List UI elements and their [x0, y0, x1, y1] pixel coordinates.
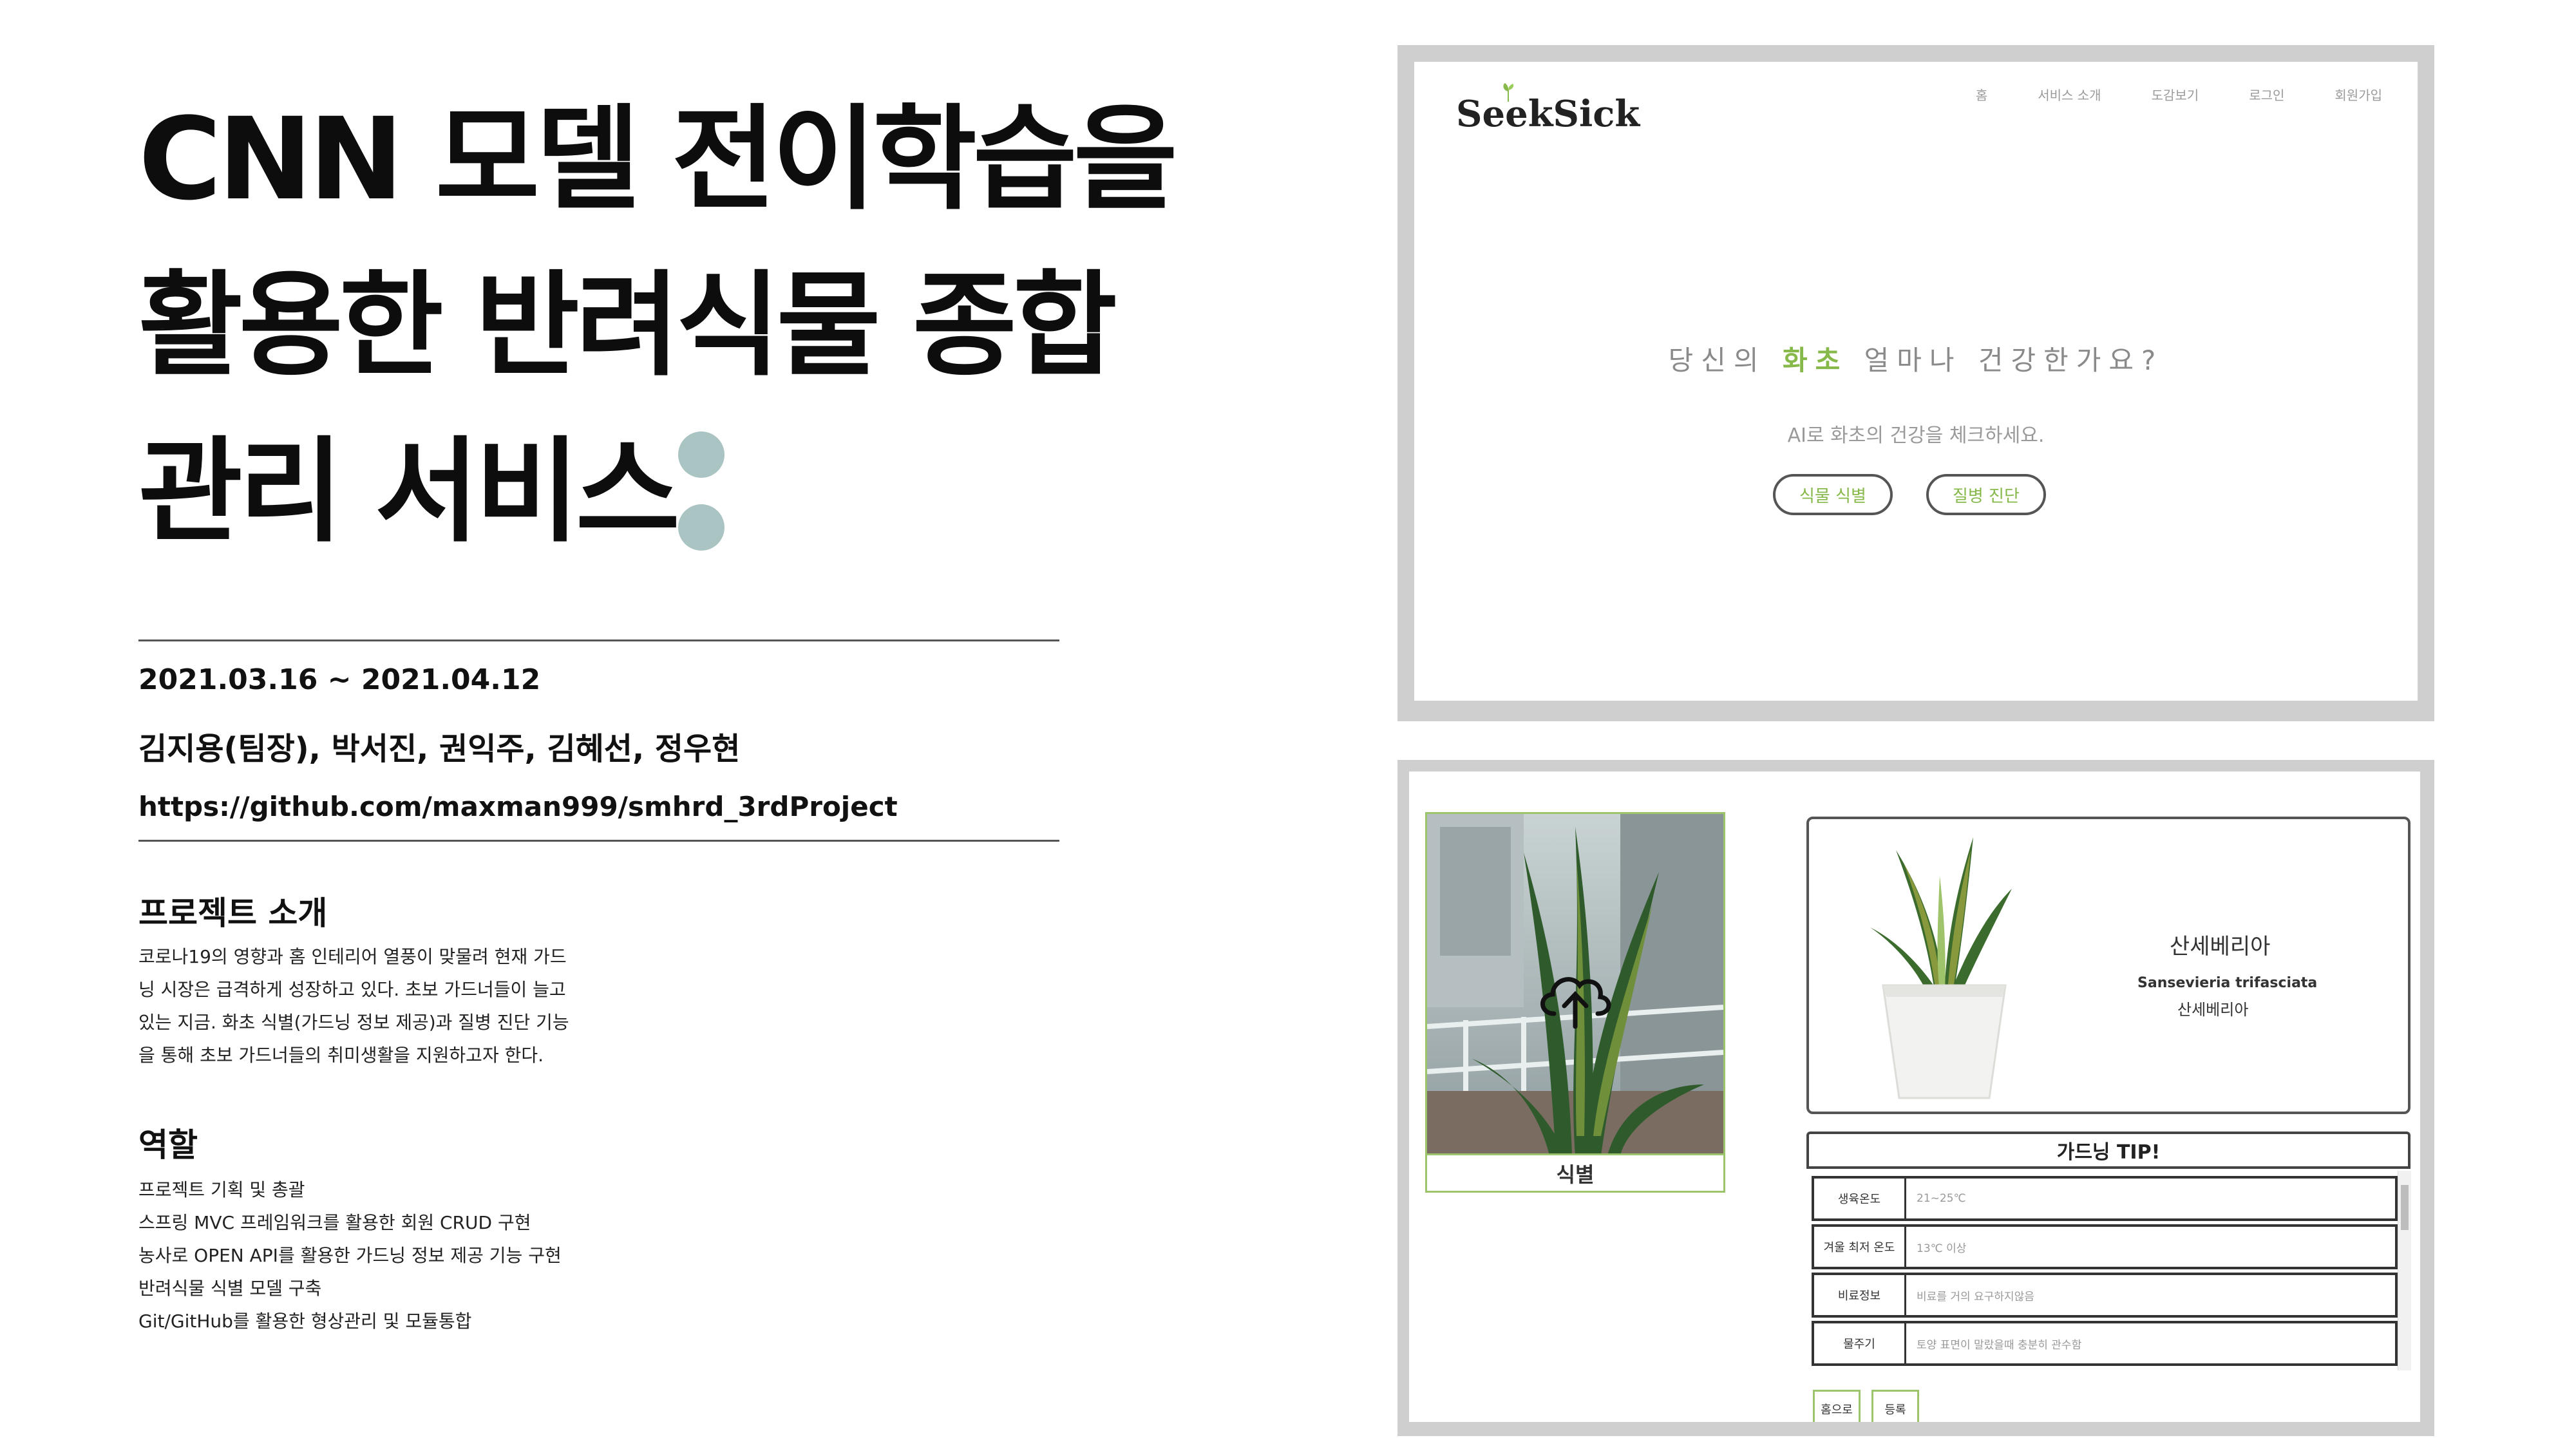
- intro-line: 을 통해 초보 가드너들의 취미생활을 지원하고자 한다.: [138, 1045, 544, 1066]
- tip-table-scrollbar[interactable]: [2398, 1171, 2411, 1370]
- table-row: 비료정보 비료를 거의 요구하지않음: [1812, 1273, 2398, 1318]
- home-button[interactable]: 홈으로: [1813, 1390, 1861, 1422]
- tip-value: 토양 표면이 말랐을때 충분히 관수함: [1917, 1338, 2082, 1352]
- table-row: 겨울 최저 온도 13℃ 이상: [1812, 1224, 2398, 1269]
- title-line-2: 활용한 반려식물 종합: [138, 260, 1117, 392]
- team-members: 김지용(팀장), 박서진, 권익주, 김혜선, 정우현: [138, 731, 741, 767]
- intro-line: 코로나19의 영향과 홈 인테리어 열풍이 맞물려 현재 가드: [138, 946, 567, 967]
- screenshot-frame-result: 식별 산세베리아 Sansevieria trifasciata 산세베리아 가…: [1397, 760, 2434, 1436]
- table-row: 물주기 토양 표면이 말랐을때 충분히 관수함: [1812, 1321, 2398, 1366]
- divider-bottom: [138, 840, 1059, 842]
- nav-login[interactable]: 로그인: [2249, 85, 2284, 104]
- nav-catalog[interactable]: 도감보기: [2152, 85, 2199, 104]
- result-screen: 식별 산세베리아 Sansevieria trifasciata 산세베리아 가…: [1409, 772, 2420, 1422]
- intro-heading: 프로젝트 소개: [138, 895, 328, 932]
- intro-line: 닝 시장은 급격하게 성장하고 있다. 초보 가드너들이 늘고: [138, 979, 566, 1000]
- register-button[interactable]: 등록: [1871, 1390, 1919, 1422]
- roles-heading: 역할: [138, 1126, 198, 1164]
- roles-list: 프로젝트 기획 및 총괄 스프링 MVC 프레임워크를 활용한 회원 CRUD …: [138, 1173, 562, 1338]
- diagnose-disease-button[interactable]: 질병 진단: [1926, 474, 2046, 515]
- title-line-3: 관리 서비스: [138, 426, 680, 558]
- hero-heading: 당신의 화초 얼마나 건강한가요?: [1668, 345, 2164, 376]
- intro-line: 있는 지금. 화초 식별(가드닝 정보 제공)과 질병 진단 기능: [138, 1012, 569, 1033]
- role-item: Git/GitHub를 활용한 형상관리 및 모듈통합: [138, 1311, 472, 1332]
- tip-value: 21~25℃: [1917, 1192, 1966, 1205]
- gardening-tip-table[interactable]: 생육온도 21~25℃ 겨울 최저 온도 13℃ 이상 비료정보 비료를 거의 …: [1812, 1171, 2398, 1370]
- scientific-name: Sansevieria trifasciata: [2137, 975, 2318, 991]
- decor-dot-top: [678, 431, 724, 478]
- tip-key: 생육온도: [1814, 1179, 1906, 1218]
- tip-key: 겨울 최저 온도: [1814, 1227, 1906, 1267]
- tip-key: 비료정보: [1814, 1275, 1906, 1315]
- screenshot-frame-landing: SeekSick 홈 서비스 소개 도감보기 로그인 회원가입 당신의 화초 얼…: [1397, 45, 2434, 721]
- gardening-tip-title: 가드닝 TIP!: [1806, 1132, 2410, 1169]
- upload-cloud-icon[interactable]: [1533, 962, 1617, 1033]
- scrollbar-thumb[interactable]: [2401, 1185, 2409, 1230]
- tip-value: 13℃ 이상: [1917, 1242, 1967, 1255]
- intro-text: 코로나19의 영향과 홈 인테리어 열풍이 맞물려 현재 가드 닝 시장은 급격…: [138, 940, 569, 1072]
- role-item: 프로젝트 기획 및 총괄: [138, 1179, 305, 1200]
- tip-key: 물주기: [1814, 1323, 1906, 1363]
- role-item: 반려식물 식별 모델 구축: [138, 1278, 322, 1299]
- decor-dot-bottom: [678, 504, 724, 551]
- role-item: 스프링 MVC 프레임워크를 활용한 회원 CRUD 구현: [138, 1212, 531, 1233]
- plant-name-korean: 산세베리아: [2177, 1001, 2249, 1019]
- top-nav: 홈 서비스 소개 도감보기 로그인 회원가입: [1976, 85, 2382, 104]
- hero-accent: 화초: [1782, 345, 1848, 376]
- table-row: 생육온도 21~25℃: [1812, 1176, 2398, 1221]
- identify-label[interactable]: 식별: [1427, 1153, 1723, 1191]
- tip-value: 비료를 거의 요구하지않음: [1917, 1290, 2034, 1303]
- nav-signup[interactable]: 회원가입: [2334, 85, 2382, 104]
- nav-home[interactable]: 홈: [1976, 85, 1987, 104]
- nav-about[interactable]: 서비스 소개: [2038, 85, 2101, 104]
- uploaded-photo-panel[interactable]: 식별: [1425, 812, 1725, 1193]
- identification-result-card: 산세베리아 Sansevieria trifasciata 산세베리아: [1806, 817, 2410, 1114]
- plant-name: 산세베리아: [2170, 934, 2271, 960]
- divider-top: [138, 639, 1059, 641]
- role-item: 농사로 OPEN API를 활용한 가드닝 정보 제공 기능 구현: [138, 1245, 562, 1266]
- sansevieria-image: [1870, 837, 2012, 1099]
- seeksick-logo[interactable]: SeekSick: [1456, 93, 1640, 135]
- title-line-1: CNN 모델 전이학습을: [138, 93, 1178, 225]
- identify-plant-button[interactable]: 식물 식별: [1773, 474, 1893, 515]
- hero-subtitle: AI로 화초의 건강을 체크하세요.: [1787, 424, 2045, 447]
- github-link[interactable]: https://github.com/maxman999/smhrd_3rdPr…: [138, 791, 898, 822]
- project-dates: 2021.03.16 ~ 2021.04.12: [138, 663, 541, 696]
- landing-screen: SeekSick 홈 서비스 소개 도감보기 로그인 회원가입 당신의 화초 얼…: [1414, 62, 2418, 701]
- uploaded-plant-photo: [1427, 814, 1723, 1155]
